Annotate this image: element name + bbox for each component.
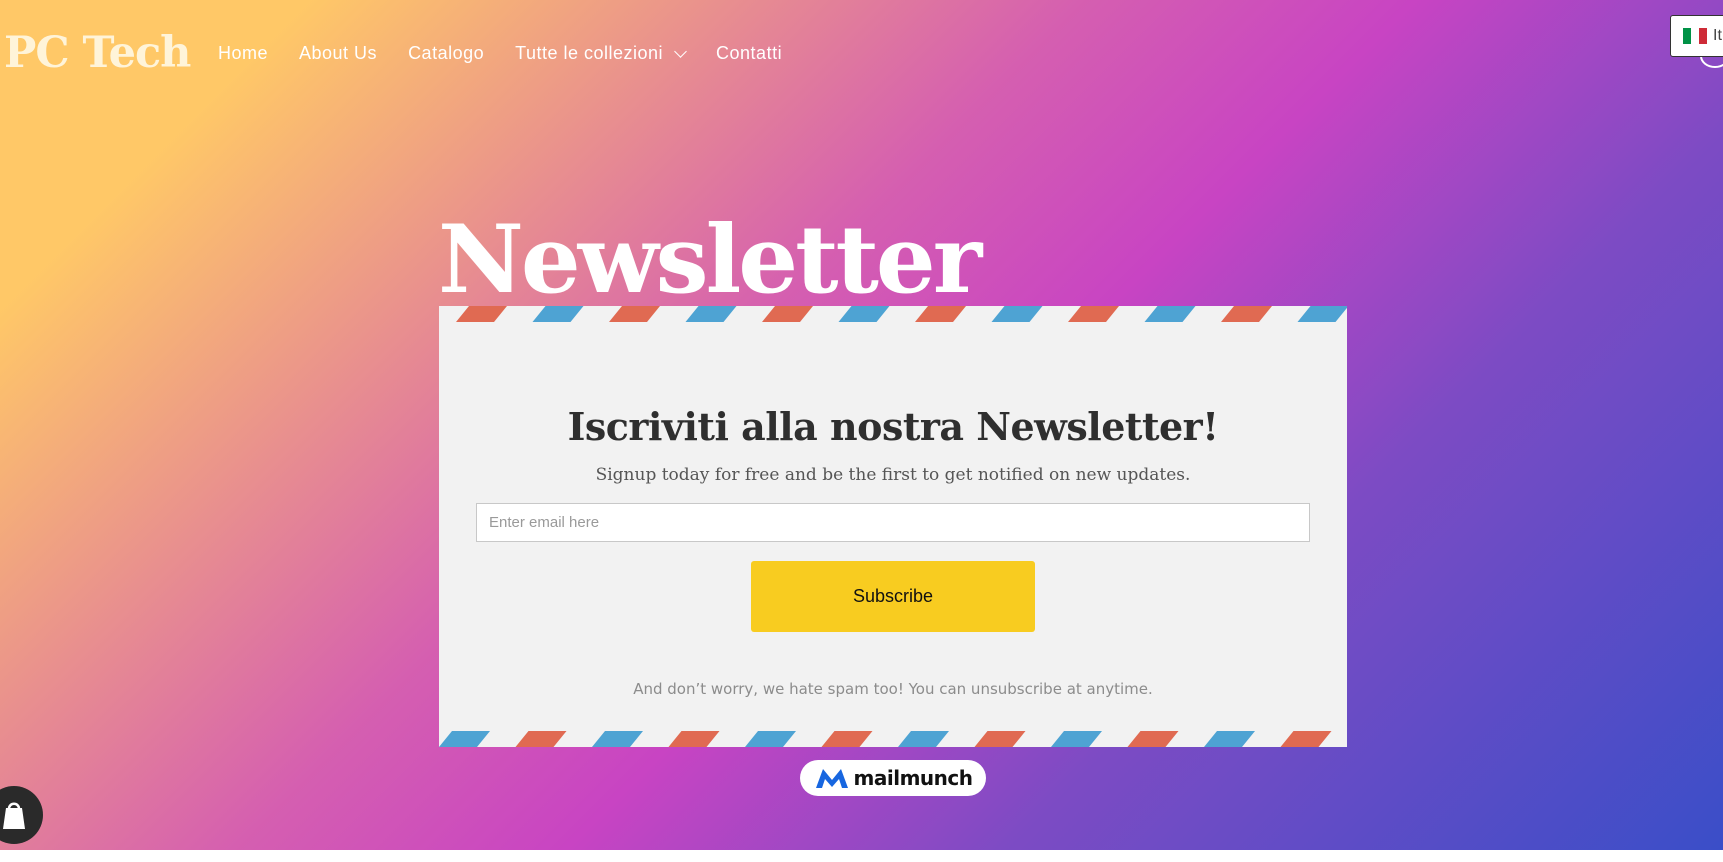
airmail-stripe xyxy=(745,731,796,747)
airmail-stripe xyxy=(838,306,890,322)
airmail-stripe xyxy=(592,731,643,747)
nav-item-contatti[interactable]: Contatti xyxy=(716,43,782,64)
airmail-stripe xyxy=(1221,306,1272,322)
nav-item-label: Tutte le collezioni xyxy=(515,43,664,63)
site-logo[interactable]: PC Tech xyxy=(4,28,191,78)
spam-disclaimer: And don’t worry, we hate spam too! You c… xyxy=(633,680,1153,698)
airmail-stripe xyxy=(609,306,660,322)
chevron-down-icon xyxy=(674,45,687,58)
mailmunch-wordmark: mailmunch xyxy=(853,766,973,790)
nav-item-about-us[interactable]: About Us xyxy=(299,43,377,64)
airmail-stripe xyxy=(762,306,813,322)
hero-background: PC Tech Home About Us Catalogo Tutte le … xyxy=(0,0,1723,850)
language-selector[interactable]: It xyxy=(1670,15,1723,57)
airmail-stripe xyxy=(821,731,873,747)
language-label: It xyxy=(1713,27,1722,44)
mailmunch-badge[interactable]: mailmunch xyxy=(800,760,986,796)
newsletter-heading: Iscriviti alla nostra Newsletter! xyxy=(567,403,1219,449)
airmail-stripe xyxy=(1127,731,1179,747)
airmail-stripe xyxy=(1204,731,1255,747)
airmail-stripe xyxy=(991,306,1043,322)
airmail-stripe xyxy=(668,731,720,747)
airmail-stripes-top xyxy=(456,306,1347,322)
nav-item-label: Home xyxy=(218,43,269,63)
airmail-stripe xyxy=(685,306,737,322)
nav-item-home[interactable]: Home xyxy=(218,43,268,64)
airmail-stripe xyxy=(1297,306,1347,322)
newsletter-subheading: Signup today for free and be the first t… xyxy=(595,465,1191,485)
nav-item-catalogo[interactable]: Catalogo xyxy=(408,43,484,64)
mailmunch-logo-icon xyxy=(815,769,848,788)
nav-item-collections-dropdown[interactable]: Tutte le collezioni xyxy=(515,43,687,64)
airmail-stripes-bottom xyxy=(439,731,1332,747)
newsletter-card: Iscriviti alla nostra Newsletter! Signup… xyxy=(439,306,1347,747)
airmail-stripe xyxy=(532,306,584,322)
italy-flag-icon xyxy=(1683,28,1707,44)
nav-item-label: Catalogo xyxy=(408,43,485,63)
shop-app-button[interactable] xyxy=(0,786,43,844)
subscribe-button[interactable]: Subscribe xyxy=(751,561,1035,632)
nav-item-label: About Us xyxy=(299,43,378,63)
airmail-stripe xyxy=(1068,306,1119,322)
airmail-stripe xyxy=(898,731,949,747)
page-title: Newsletter xyxy=(438,204,982,315)
airmail-stripe xyxy=(456,306,507,322)
airmail-stripe xyxy=(1144,306,1196,322)
airmail-stripe xyxy=(439,731,490,747)
main-nav: Home About Us Catalogo Tutte le collezio… xyxy=(218,43,813,64)
nav-item-label: Contatti xyxy=(716,43,783,63)
email-input[interactable] xyxy=(476,503,1310,542)
airmail-stripe xyxy=(1280,731,1332,747)
airmail-stripe xyxy=(1051,731,1102,747)
airmail-stripe xyxy=(915,306,966,322)
airmail-stripe xyxy=(515,731,567,747)
shopping-bag-icon xyxy=(3,802,25,829)
airmail-stripe xyxy=(974,731,1026,747)
